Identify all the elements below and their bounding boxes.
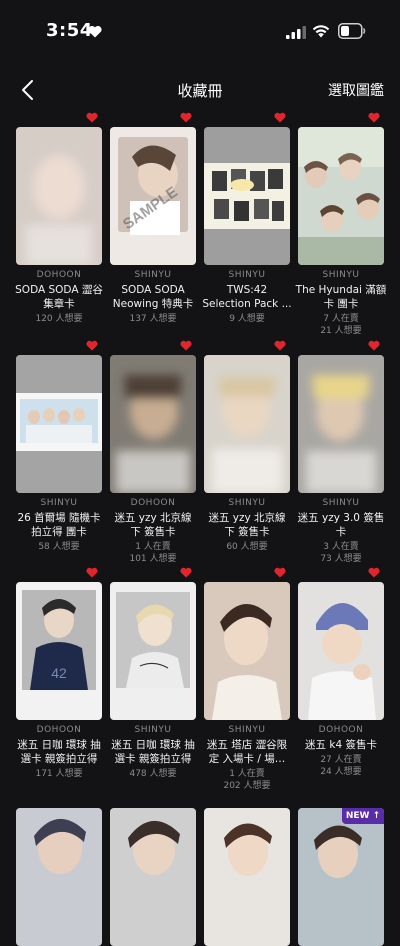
member-name: DOHOON [36, 270, 82, 280]
member-name: DOHOON [318, 725, 364, 735]
photocard-image[interactable] [204, 127, 290, 265]
card-title: 迷五 yzy 3.0 簽售卡 [297, 512, 385, 538]
card-title: 迷五 塔店 澀谷限定 入場卡 / 場… [206, 739, 288, 765]
card-stat: 60 人想要 [226, 542, 268, 552]
cellular-signal-icon [286, 26, 306, 39]
photocard-image[interactable] [298, 127, 384, 265]
favorite-heart-icon[interactable] [368, 112, 380, 123]
card-stat: 73 人想要 [320, 554, 362, 564]
favorite-heart-icon[interactable] [180, 567, 192, 578]
card-stat: 478 人想要 [129, 769, 177, 779]
status-time: 3:54 [46, 20, 93, 41]
card-title: The Hyundai 滿額卡 團卡 [295, 284, 387, 310]
photocard-image[interactable] [110, 355, 196, 493]
favorite-heart-icon[interactable] [86, 112, 98, 123]
card-stat: 137 人想要 [129, 314, 177, 324]
favorite-heart-icon[interactable] [274, 340, 286, 351]
card-title: 迷五 日咖 環球 抽選卡 親簽拍立得 [111, 739, 195, 765]
select-collection-button[interactable]: 選取圖鑑 [328, 80, 384, 100]
heart-status-icon [88, 25, 102, 38]
card-stat: 120 人想要 [35, 314, 83, 324]
card-title: SODA SODA 澀谷 集章卡 [15, 284, 103, 310]
card-title: TWS:42 Selection Pack ... [202, 284, 292, 310]
card-title: 迷五 日咖 環球 抽選卡 親簽拍立得 [17, 739, 101, 765]
photocard-image[interactable] [16, 355, 102, 493]
photocard-image[interactable] [110, 808, 196, 946]
photocard-image[interactable]: 42 [16, 582, 102, 720]
new-badge: NEW ↑ [342, 808, 384, 824]
favorite-heart-icon[interactable] [86, 567, 98, 578]
photocard-image[interactable] [204, 582, 290, 720]
wifi-icon [312, 25, 330, 38]
photocard-image[interactable] [16, 808, 102, 946]
member-name: SHINYU [228, 498, 266, 508]
member-name: DOHOON [36, 725, 82, 735]
card-title: 迷五 yzy 北京線下 簽售卡 [208, 512, 286, 538]
arrow-up-icon: ↑ [372, 811, 381, 821]
photocard-image[interactable] [110, 582, 196, 720]
card-stat: 21 人想要 [320, 326, 362, 336]
photocard-image[interactable]: NEW ↑ [298, 808, 384, 946]
photocard-image[interactable] [204, 355, 290, 493]
member-name: SHINYU [228, 270, 266, 280]
favorite-heart-icon[interactable] [180, 112, 192, 123]
card-stat: 202 人想要 [223, 781, 271, 791]
favorite-heart-icon[interactable] [274, 112, 286, 123]
member-name: DOHOON [130, 498, 176, 508]
member-name: SHINYU [134, 725, 172, 735]
photocard-image[interactable] [16, 127, 102, 265]
photocard-image[interactable] [298, 582, 384, 720]
status-bar: 3:54 [0, 0, 400, 60]
card-stat: 58 人想要 [38, 542, 80, 552]
photocard-image[interactable] [204, 808, 290, 946]
member-name: SHINYU [322, 498, 360, 508]
member-name: SHINYU [40, 498, 78, 508]
favorite-heart-icon[interactable] [180, 340, 192, 351]
card-title: 26 首爾場 隨機卡 拍立得 團卡 [17, 512, 101, 538]
battery-icon [338, 23, 366, 39]
favorite-heart-icon[interactable] [368, 340, 380, 351]
favorite-heart-icon[interactable] [368, 567, 380, 578]
card-stat: 9 人想要 [229, 314, 265, 324]
member-name: SHINYU [322, 270, 360, 280]
photocard-image[interactable]: SAMPLE [110, 127, 196, 265]
nav-bar: 收藏冊 選取圖鑑 [0, 70, 400, 110]
card-title: 迷五 k4 簽售卡 [305, 739, 377, 751]
member-name: SHINYU [228, 725, 266, 735]
favorite-heart-icon[interactable] [86, 340, 98, 351]
svg-text:42: 42 [51, 665, 67, 681]
card-stat: 171 人想要 [35, 769, 83, 779]
card-stat: 24 人想要 [320, 767, 362, 777]
card-stat: 101 人想要 [129, 554, 177, 564]
card-title: 迷五 yzy 北京線下 簽售卡 [114, 512, 192, 538]
member-name: SHINYU [134, 270, 172, 280]
photocard-image[interactable] [298, 355, 384, 493]
card-title: SODA SODA Neowing 特典卡 [112, 284, 194, 310]
favorite-heart-icon[interactable] [274, 567, 286, 578]
